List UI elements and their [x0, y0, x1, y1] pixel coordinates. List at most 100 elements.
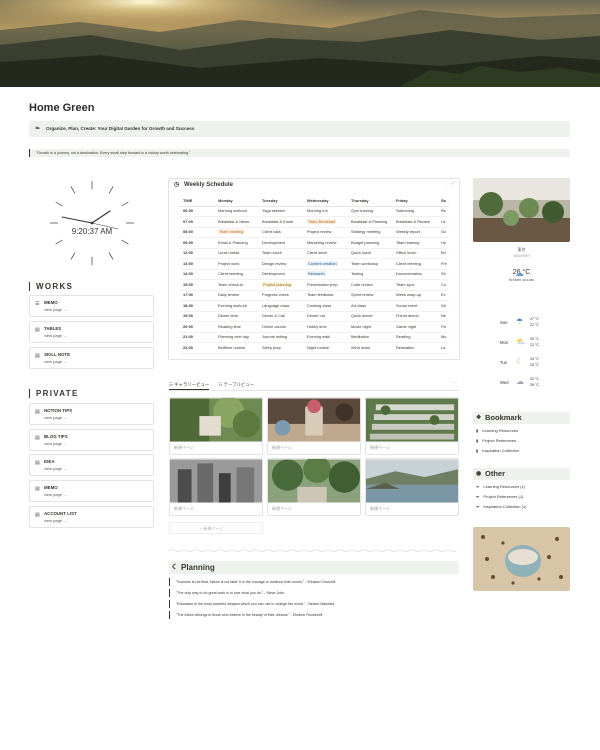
- gallery-card[interactable]: 新規ページ: [267, 397, 361, 455]
- schedule-cell[interactable]: Ho: [437, 237, 449, 249]
- schedule-cell[interactable]: Daily review: [214, 290, 258, 301]
- schedule-cell[interactable]: Planning next day: [214, 332, 258, 343]
- time-cell[interactable]: 06:00: [179, 206, 214, 217]
- schedule-cell[interactable]: Evening workout: [214, 300, 258, 312]
- schedule-cell[interactable]: Movie night: [347, 321, 392, 333]
- schedule-cell[interactable]: Bri: [437, 248, 449, 259]
- other-link[interactable]: ➦ Inspiration Collection (1): [476, 504, 527, 509]
- schedule-cell[interactable]: La: [437, 216, 449, 228]
- view-page-link[interactable]: view page →: [44, 415, 67, 420]
- time-cell[interactable]: 12:00: [179, 248, 214, 259]
- time-cell[interactable]: 18:00: [179, 300, 214, 312]
- schedule-cell[interactable]: La: [437, 342, 449, 354]
- schedule-cell[interactable]: Office lunch: [392, 248, 437, 259]
- schedule-cell[interactable]: Go: [437, 227, 449, 238]
- schedule-tools[interactable]: ⋮ ⤢: [445, 180, 456, 185]
- time-cell[interactable]: 17:00: [179, 290, 214, 301]
- time-cell[interactable]: 22:00: [179, 342, 214, 354]
- schedule-cell[interactable]: Design review: [258, 258, 303, 270]
- tab-gallery-view[interactable]: ☷ ギャラリービュー: [169, 382, 210, 390]
- schedule-cell[interactable]: Team Breakfast: [303, 216, 347, 228]
- schedule-cell[interactable]: Friend dinner: [392, 311, 437, 322]
- schedule-cell[interactable]: Client meeting: [392, 258, 437, 270]
- schedule-cell[interactable]: Social event: [392, 300, 437, 312]
- schedule-cell[interactable]: Evening walk: [303, 332, 347, 343]
- schedule-cell[interactable]: Testing: [347, 269, 392, 280]
- schedule-cell[interactable]: Yoga session: [258, 206, 303, 217]
- private-card-idea[interactable]: ▤ IDEA view page →: [29, 454, 154, 476]
- view-page-link[interactable]: view page →: [44, 333, 67, 338]
- time-cell[interactable]: 08:00: [179, 227, 214, 238]
- schedule-cell[interactable]: Reading: [392, 332, 437, 343]
- view-page-link[interactable]: view page →: [44, 466, 67, 471]
- schedule-cell[interactable]: Re: [437, 206, 449, 217]
- schedule-cell[interactable]: Team meeting: [214, 227, 258, 238]
- schedule-cell[interactable]: Gym training: [347, 206, 392, 217]
- schedule-cell[interactable]: Client lunch: [303, 248, 347, 259]
- time-cell[interactable]: 07:00: [179, 216, 214, 228]
- schedule-cell[interactable]: Reading time: [214, 321, 258, 333]
- schedule-cell[interactable]: Co: [437, 279, 449, 291]
- schedule-cell[interactable]: Development: [258, 269, 303, 280]
- tab-table-view[interactable]: ☷ テーブルビュー: [219, 382, 255, 387]
- schedule-cell[interactable]: Client meeting: [214, 269, 258, 280]
- time-cell[interactable]: 09:00: [179, 237, 214, 249]
- schedule-cell[interactable]: Dir: [437, 300, 449, 312]
- new-page-button[interactable]: + 新規ページ: [169, 522, 263, 534]
- time-cell[interactable]: 19:00: [179, 311, 214, 322]
- schedule-cell[interactable]: Documentation: [392, 269, 437, 280]
- schedule-cell[interactable]: Dinner & Call: [258, 311, 303, 322]
- works-card-memo[interactable]: ☰ MEMO view page →: [29, 295, 154, 317]
- gallery-card[interactable]: 新規ページ: [365, 397, 459, 455]
- schedule-cell[interactable]: Relaxation: [392, 342, 437, 354]
- schedule-cell[interactable]: Breakfast & Planning: [347, 216, 392, 228]
- schedule-cell[interactable]: Dinner time: [214, 311, 258, 322]
- time-cell[interactable]: 20:00: [179, 321, 214, 333]
- schedule-cell[interactable]: Client calls: [258, 227, 303, 238]
- private-card-memo[interactable]: ▤ MEMO view page →: [29, 480, 154, 502]
- schedule-cell[interactable]: Progress check: [258, 290, 303, 301]
- schedule-cell[interactable]: Research: [303, 269, 347, 280]
- schedule-cell[interactable]: Game night: [392, 321, 437, 333]
- schedule-cell[interactable]: Project work: [214, 258, 258, 270]
- private-card-notion-tips[interactable]: ▤ NOTION TIPS view page →: [29, 403, 154, 425]
- gallery-card[interactable]: 新規ページ: [267, 458, 361, 516]
- schedule-cell[interactable]: Email & Planning: [214, 237, 258, 249]
- schedule-cell[interactable]: Budget planning: [347, 237, 392, 249]
- private-card-blog-tips[interactable]: ▤ BLOG TIPS view page →: [29, 429, 154, 451]
- schedule-cell[interactable]: Swimming: [392, 206, 437, 217]
- schedule-cell[interactable]: Sh: [437, 269, 449, 280]
- other-link[interactable]: ➦ Project References (1): [476, 494, 523, 499]
- schedule-cell[interactable]: Ne: [437, 311, 449, 322]
- schedule-cell[interactable]: Wind down: [347, 342, 392, 354]
- schedule-cell[interactable]: Strategy meeting: [347, 227, 392, 238]
- schedule-cell[interactable]: Morning run: [303, 206, 347, 217]
- gallery-card[interactable]: 新規ページ: [169, 397, 263, 455]
- schedule-cell[interactable]: Lunch break: [214, 248, 258, 259]
- schedule-cell[interactable]: Team lunch: [258, 248, 303, 259]
- view-page-link[interactable]: view page →: [44, 492, 67, 497]
- schedule-cell[interactable]: Team training: [392, 237, 437, 249]
- schedule-cell[interactable]: Team feedback: [303, 290, 347, 301]
- view-page-link[interactable]: view page →: [44, 441, 67, 446]
- schedule-cell[interactable]: Morning workout: [214, 206, 258, 217]
- schedule-cell[interactable]: Journal writing: [258, 332, 303, 343]
- schedule-cell[interactable]: Breakfast & Email: [258, 216, 303, 228]
- schedule-cell[interactable]: Presentation prep: [303, 279, 347, 291]
- schedule-cell[interactable]: Language class: [258, 300, 303, 312]
- schedule-cell[interactable]: Meditation: [347, 332, 392, 343]
- works-card-skill-note[interactable]: ▤ SKILL NOTE view page →: [29, 347, 154, 369]
- schedule-cell[interactable]: Breakfast & Review: [392, 216, 437, 228]
- schedule-cell[interactable]: Ev: [437, 290, 449, 301]
- schedule-cell[interactable]: Mo: [437, 332, 449, 343]
- schedule-cell[interactable]: Quick dinner: [347, 311, 392, 322]
- schedule-cell[interactable]: Team workshop: [347, 258, 392, 270]
- bookmark-link[interactable]: ▮ Learning Resources: [476, 428, 518, 433]
- gallery-card[interactable]: 新規ページ: [169, 458, 263, 516]
- schedule-cell[interactable]: Sleep prep: [258, 342, 303, 354]
- schedule-cell[interactable]: Breakfast & News: [214, 216, 258, 228]
- more-icon[interactable]: ···: [452, 380, 457, 386]
- time-cell[interactable]: 13:00: [179, 258, 214, 270]
- schedule-cell[interactable]: Hobby time: [303, 321, 347, 333]
- schedule-cell[interactable]: Online course: [258, 321, 303, 333]
